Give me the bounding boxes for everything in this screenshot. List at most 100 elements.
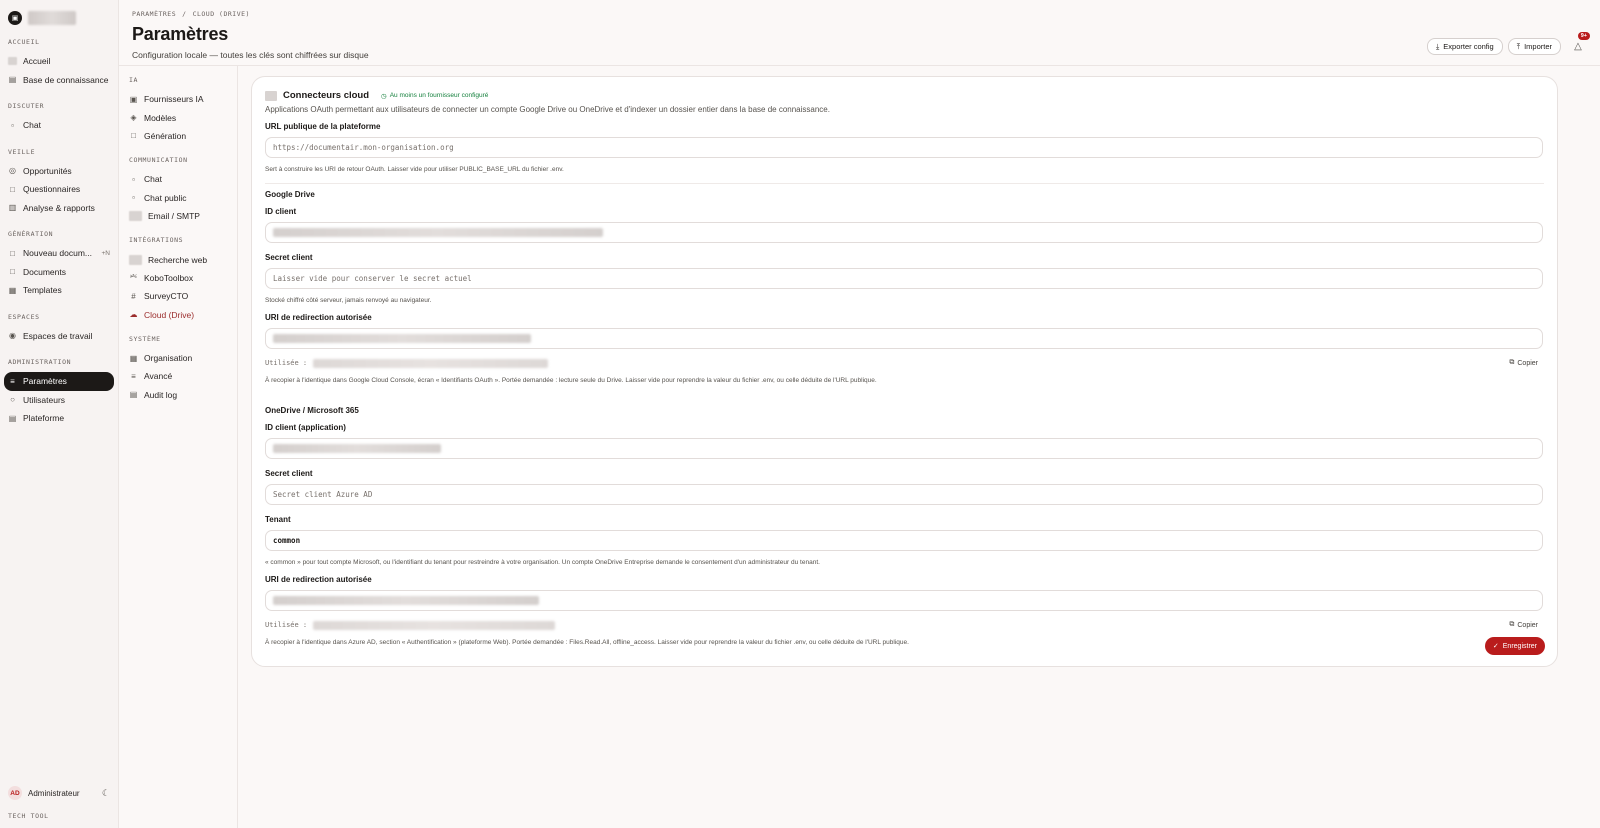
public-url-input[interactable]: https://documentair.mon-organisation.org xyxy=(265,137,1543,158)
sidebar-item-accueil[interactable]: Accueil xyxy=(4,52,114,71)
tab-cloud-drive[interactable]: ☁ Cloud (Drive) xyxy=(125,306,231,324)
google-secret-input[interactable]: Laisser vide pour conserver le secret ac… xyxy=(265,268,1543,289)
plug-icon: ⎃ xyxy=(130,272,137,282)
nav-section-administration: ADMINISTRATION ≡ Paramètres ○ Utilisateurs… xyxy=(4,354,114,428)
card-description: Applications OAuth permettant aux utilis… xyxy=(265,105,830,114)
cloud-connectors-card: Connecteurs cloud ◷ Au moins un fournisse… xyxy=(251,76,1558,667)
nav-section-espaces: ESPACES ◉ Espaces de travail xyxy=(4,309,114,346)
document-icon: ▣ xyxy=(8,11,22,25)
breadcrumb-item-current: CLOUD (DRIVE) xyxy=(192,10,250,18)
tab-recherche-web[interactable]: Recherche web xyxy=(125,250,231,268)
brand[interactable]: ▣ xyxy=(4,8,114,28)
nav-section-heading: VEILLE xyxy=(8,147,36,156)
export-config-button[interactable]: ⤓ Exporter config xyxy=(1426,38,1503,55)
blurred-icon xyxy=(129,211,142,222)
tab-label: Email / SMTP xyxy=(148,211,200,222)
nav-section-heading: ACCUEIL xyxy=(8,38,40,46)
sidebar-item-templates[interactable]: ▦ Templates xyxy=(4,281,114,300)
used-label: Utilisée : xyxy=(265,621,308,629)
nav-section-heading: ESPACES xyxy=(8,312,40,321)
tab-chat[interactable]: ▫ Chat xyxy=(125,170,231,188)
onedrive-client-id-input[interactable] xyxy=(265,438,1543,459)
hash-icon: # xyxy=(131,291,136,301)
target-icon: ◎ xyxy=(9,166,16,176)
sidebar-item-analyse-rapports[interactable]: ▥ Analyse & rapports xyxy=(4,199,114,218)
onedrive-section-title: OneDrive / Microsoft 365 xyxy=(265,406,359,415)
onedrive-redirect-hint: À recopier à l'identique dans Azure AD, … xyxy=(265,639,909,646)
tab-avance[interactable]: ≡ Avancé xyxy=(125,367,231,385)
sidebar-item-chat[interactable]: ▫ Chat xyxy=(4,116,114,135)
sidebar-item-espaces-travail[interactable]: ◉ Espaces de travail xyxy=(4,327,114,346)
tab-fournisseurs-ia[interactable]: ▣ Fournisseurs IA xyxy=(125,90,231,108)
footer-tag: TECH TOOL xyxy=(8,812,49,820)
tab-audit-log[interactable]: ▤ Audit log xyxy=(125,386,231,404)
onedrive-secret-input[interactable]: Secret client Azure AD xyxy=(265,484,1543,505)
user-menu[interactable]: AD Administrateur ☾ xyxy=(4,782,114,804)
save-label: Enregistrer xyxy=(1502,642,1537,650)
tenant-label: Tenant xyxy=(265,515,291,524)
cloud-icon: ☁ xyxy=(129,310,138,320)
tab-label: Chat public xyxy=(144,192,187,203)
tab-email-smtp[interactable]: Email / SMTP xyxy=(125,207,231,225)
blurred-icon xyxy=(129,254,142,265)
tab-organisation[interactable]: ▦ Organisation xyxy=(125,349,231,367)
tab-surveycto[interactable]: # SurveyCTO xyxy=(125,287,231,305)
breadcrumb-item[interactable]: PARAMÈTRES xyxy=(132,10,176,18)
nav-section-accueil: ACCUEIL Accueil ▤ Base de connaissance xyxy=(4,34,114,89)
google-client-id-input[interactable] xyxy=(265,222,1543,243)
redacted-value xyxy=(273,596,539,605)
import-label: Importer xyxy=(1524,42,1552,51)
tab-kobotoolbox[interactable]: ⎃ KoboToolbox xyxy=(125,269,231,287)
subnav-heading: COMMUNICATION xyxy=(129,156,188,165)
onedrive-redirect-input[interactable] xyxy=(265,590,1543,611)
sidebar-item-label: Analyse & rapports xyxy=(23,202,95,213)
tab-label: Audit log xyxy=(144,389,178,400)
chat-icon: ▫ xyxy=(132,174,135,184)
used-label: Utilisée : xyxy=(265,359,308,367)
moon-icon[interactable]: ☾ xyxy=(102,788,110,799)
breadcrumb: PARAMÈTRES / CLOUD (DRIVE) xyxy=(132,10,1587,18)
subnav-section-ia: IA ▣ Fournisseurs IA ◈ Modèles □ Génération xyxy=(125,72,231,145)
tab-generation[interactable]: □ Génération xyxy=(125,127,231,145)
google-drive-section-title: Google Drive xyxy=(265,190,315,199)
sliders-icon: ≡ xyxy=(10,376,15,386)
sidebar-item-questionnaires[interactable]: □ Questionnaires xyxy=(4,180,114,199)
chat-icon: ▫ xyxy=(132,193,135,203)
copy-label: Copier xyxy=(1517,359,1538,367)
tab-chat-public[interactable]: ▫ Chat public xyxy=(125,189,231,207)
breadcrumb-separator: / xyxy=(182,10,187,18)
onedrive-copy-button[interactable]: ⧉ Copier xyxy=(1509,621,1538,629)
google-client-id-label: ID client xyxy=(265,207,297,216)
sidebar-item-base-connaissance[interactable]: ▤ Base de connaissance xyxy=(4,71,114,90)
sidebar-item-opportunites[interactable]: ◎ Opportunités xyxy=(4,162,114,181)
avatar: AD xyxy=(8,786,22,800)
copy-icon: ⧉ xyxy=(1509,621,1515,628)
tab-label: Recherche web xyxy=(148,254,208,265)
nav-section-heading: ADMINISTRATION xyxy=(8,358,72,366)
nav-section-generation: GÉNÉRATION □ Nouveau docum... +N □ Document… xyxy=(4,226,114,300)
card-title: Connecteurs cloud xyxy=(283,90,370,101)
google-redirect-input[interactable] xyxy=(265,328,1543,349)
sidebar-item-plateforme[interactable]: ▤ Plateforme xyxy=(4,409,114,428)
sidebar-item-label: Paramètres xyxy=(23,376,67,387)
tab-modeles[interactable]: ◈ Modèles xyxy=(125,108,231,126)
tab-label: SurveyCTO xyxy=(144,291,189,302)
nav-section-heading: GÉNÉRATION xyxy=(8,230,54,238)
tab-label: Organisation xyxy=(144,353,193,364)
save-button[interactable]: ✓ Enregistrer xyxy=(1484,637,1545,655)
sliders-icon: ≡ xyxy=(131,371,136,381)
google-copy-button[interactable]: ⧉ Copier xyxy=(1509,359,1538,367)
nav-section-heading: DISCUTER xyxy=(8,102,45,110)
tenant-input[interactable]: common xyxy=(265,530,1543,551)
redacted-value xyxy=(313,358,549,368)
cpu-icon: ▣ xyxy=(129,94,138,104)
notifications-button[interactable]: △ 9+ xyxy=(1570,31,1590,55)
sidebar-item-nouveau-document[interactable]: □ Nouveau docum... +N xyxy=(4,244,114,263)
sidebar-item-documents[interactable]: □ Documents xyxy=(4,263,114,282)
import-button[interactable]: ⤒ Importer xyxy=(1507,38,1561,55)
sidebar-item-parametres[interactable]: ≡ Paramètres xyxy=(4,372,114,391)
notification-count-badge: 9+ xyxy=(1577,31,1590,40)
public-url-hint: Sert à construire les URI de retour OAut… xyxy=(265,166,564,173)
cubes-icon: ◈ xyxy=(130,113,137,123)
sidebar-item-utilisateurs[interactable]: ○ Utilisateurs xyxy=(4,391,114,410)
